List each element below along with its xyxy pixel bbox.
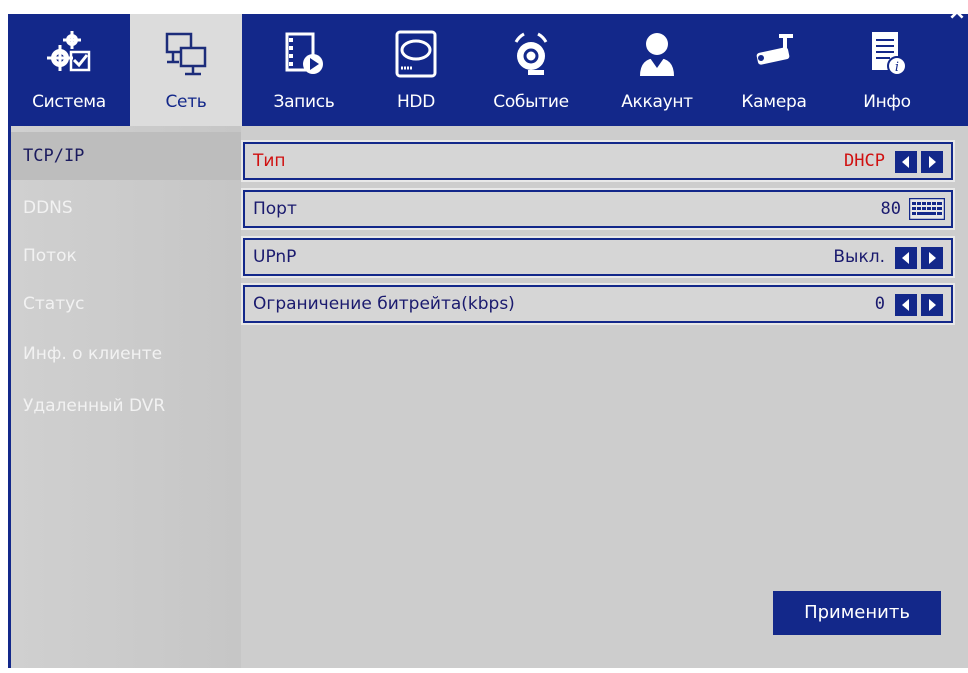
sidebar-item-status[interactable]: Статус bbox=[11, 280, 241, 328]
setting-row-port: Порт 80 bbox=[241, 188, 955, 230]
sidebar-item-client-info[interactable]: Инф. о клиенте bbox=[11, 330, 241, 378]
network-monitors-icon bbox=[165, 32, 207, 76]
setting-row-type: Тип DHCP bbox=[241, 140, 955, 182]
tab-label: Сеть bbox=[165, 92, 207, 112]
hard-drive-icon bbox=[395, 30, 437, 78]
tab-info[interactable]: i Инфо bbox=[830, 14, 944, 126]
document-info-icon: i bbox=[872, 32, 907, 76]
setting-label: Порт bbox=[253, 199, 297, 219]
tab-camera[interactable]: Камера bbox=[718, 14, 830, 126]
tab-label: Событие bbox=[493, 92, 569, 112]
cctv-camera-icon bbox=[756, 34, 793, 65]
sidebar-item-stream[interactable]: Поток bbox=[11, 232, 241, 280]
tab-event[interactable]: Событие bbox=[466, 14, 596, 126]
tab-account[interactable]: Аккаунт bbox=[596, 14, 718, 126]
close-button[interactable]: × bbox=[946, 2, 968, 26]
sidebar: TCP/IP DDNS Поток Статус Инф. о клиенте … bbox=[11, 126, 241, 673]
tab-hdd[interactable]: HDD bbox=[366, 14, 466, 126]
tab-system[interactable]: Система bbox=[8, 14, 130, 126]
setting-row-upnp: UPnP Выкл. bbox=[241, 236, 955, 278]
setting-value: DHCP bbox=[844, 151, 885, 171]
next-arrow-button[interactable] bbox=[921, 294, 943, 316]
tab-record[interactable]: Запись bbox=[242, 14, 366, 126]
next-arrow-button[interactable] bbox=[921, 247, 943, 269]
tab-label: Система bbox=[32, 92, 106, 112]
chevron-left-icon bbox=[902, 299, 909, 311]
previous-arrow-button[interactable] bbox=[895, 294, 917, 316]
alarm-bell-icon bbox=[514, 32, 548, 75]
keyboard-icon[interactable] bbox=[909, 198, 945, 220]
sidebar-item-remote-dvr[interactable]: Удаленный DVR bbox=[11, 382, 241, 430]
tab-label: Аккаунт bbox=[621, 92, 693, 112]
svg-text:i: i bbox=[895, 60, 899, 75]
previous-arrow-button[interactable] bbox=[895, 247, 917, 269]
top-navigation-bar: Система Сеть Запись HDD Событие Аккаунт … bbox=[8, 14, 968, 126]
setting-label: Ограничение битрейта(kbps) bbox=[253, 294, 515, 314]
tab-label: Камера bbox=[741, 92, 807, 112]
user-account-icon bbox=[640, 33, 674, 76]
tab-label: Инфо bbox=[863, 92, 911, 112]
sidebar-item-ddns[interactable]: DDNS bbox=[11, 184, 241, 232]
tab-label: Запись bbox=[273, 92, 335, 112]
sidebar-item-tcpip[interactable]: TCP/IP bbox=[11, 132, 241, 180]
apply-button[interactable]: Применить bbox=[773, 591, 941, 635]
chevron-right-icon bbox=[929, 156, 936, 168]
setting-label: Тип bbox=[253, 151, 286, 171]
chevron-right-icon bbox=[929, 252, 936, 264]
setting-value: 0 bbox=[874, 294, 885, 314]
tab-label: HDD bbox=[396, 92, 436, 112]
chevron-left-icon bbox=[902, 252, 909, 264]
chevron-right-icon bbox=[929, 299, 936, 311]
setting-value: Выкл. bbox=[833, 247, 885, 267]
bottom-edge bbox=[0, 668, 968, 673]
setting-row-bitrate-limit: Ограничение битрейта(kbps) 0 bbox=[241, 283, 955, 325]
chevron-left-icon bbox=[902, 156, 909, 168]
tab-network[interactable]: Сеть bbox=[130, 14, 242, 126]
setting-value: 80 bbox=[880, 199, 901, 219]
film-play-icon bbox=[285, 32, 323, 74]
previous-arrow-button[interactable] bbox=[895, 151, 917, 173]
gears-checkbox-icon bbox=[47, 31, 91, 72]
next-arrow-button[interactable] bbox=[921, 151, 943, 173]
setting-label: UPnP bbox=[253, 247, 297, 267]
